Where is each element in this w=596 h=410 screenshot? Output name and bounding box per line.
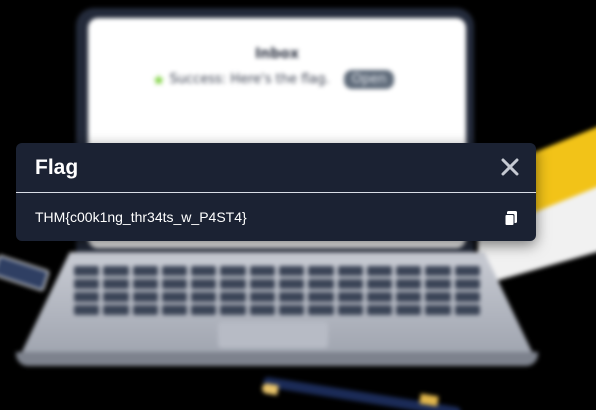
keyboard-key — [396, 305, 422, 315]
keyboard-key — [308, 305, 334, 315]
keyboard-key — [396, 292, 422, 302]
keyboard-key — [132, 292, 158, 302]
keyboard-key — [308, 266, 334, 276]
keyboard-key — [308, 279, 334, 289]
keyboard-key — [132, 305, 158, 315]
keyboard-key — [396, 266, 422, 276]
keyboard-key — [161, 305, 188, 315]
keyboard-key — [220, 292, 246, 302]
keyboard-key — [337, 266, 363, 276]
keyboard-key — [220, 305, 246, 315]
keyboard-key — [454, 266, 480, 276]
keyboard-key — [366, 279, 393, 289]
modal-header: Flag — [16, 143, 536, 193]
laptop-base-front — [16, 352, 538, 366]
keyboard-key — [161, 292, 188, 302]
keyboard-key — [220, 266, 246, 276]
keyboard-key — [279, 305, 305, 315]
flag-value[interactable]: THM{c00k1ng_thr34ts_w_P4ST4} — [35, 209, 247, 225]
laptop-trackpad — [218, 322, 328, 348]
keyboard-key — [454, 279, 480, 289]
close-icon — [501, 158, 519, 176]
keyboard-key — [249, 305, 275, 315]
success-message-text: Success: Here's the flag. — [169, 72, 330, 87]
keyboard-key — [337, 305, 363, 315]
keyboard-key — [425, 305, 451, 315]
keyboard-key — [103, 292, 129, 302]
keyboard-key — [454, 305, 480, 315]
keyboard-key — [425, 279, 451, 289]
keyboard-key — [425, 266, 451, 276]
keyboard-key — [103, 279, 129, 289]
keyboard-key — [191, 292, 217, 302]
keyboard-key — [103, 305, 129, 315]
keyboard-key — [74, 266, 100, 276]
keyboard-key — [249, 292, 275, 302]
close-button[interactable] — [498, 155, 522, 179]
keyboard-key — [454, 292, 480, 302]
keyboard-key — [366, 292, 393, 302]
keyboard-key — [132, 266, 158, 276]
keyboard-key — [74, 279, 100, 289]
keyboard-key — [337, 292, 363, 302]
open-button: Open — [343, 70, 395, 89]
keyboard-key — [425, 292, 451, 302]
keyboard-key — [132, 279, 158, 289]
page: Inbox ★ Success: Here's the flag. Open F… — [0, 0, 596, 410]
keyboard-key — [74, 305, 100, 315]
phone-illustration — [0, 254, 51, 292]
keyboard-key — [308, 292, 334, 302]
copy-icon — [504, 211, 517, 226]
keyboard-key — [366, 305, 393, 315]
copy-button[interactable] — [502, 209, 520, 227]
keyboard-key — [74, 292, 100, 302]
inbox-title: Inbox — [255, 46, 299, 62]
keyboard-key — [191, 266, 217, 276]
keyboard-key — [191, 305, 217, 315]
pen-tip-illustration — [261, 382, 279, 396]
modal-body: THM{c00k1ng_thr34ts_w_P4ST4} — [16, 193, 536, 241]
keyboard-key — [220, 279, 246, 289]
keyboard-key — [279, 292, 305, 302]
modal-title: Flag — [35, 156, 79, 179]
keyboard-key — [279, 279, 305, 289]
keyboard-key — [396, 279, 422, 289]
keyboard-key — [161, 266, 188, 276]
laptop-keyboard — [74, 266, 480, 316]
keyboard-key — [249, 266, 275, 276]
keyboard-key — [337, 279, 363, 289]
star-icon: ★ — [152, 70, 166, 89]
flag-modal: Flag THM{c00k1ng_thr34ts_w_P4ST4} — [16, 143, 536, 241]
keyboard-key — [366, 266, 393, 276]
keyboard-key — [279, 266, 305, 276]
keyboard-key — [161, 279, 188, 289]
success-message: ★ Success: Here's the flag. Open — [152, 70, 395, 89]
keyboard-key — [191, 279, 217, 289]
keyboard-key — [103, 266, 129, 276]
keyboard-key — [249, 279, 275, 289]
